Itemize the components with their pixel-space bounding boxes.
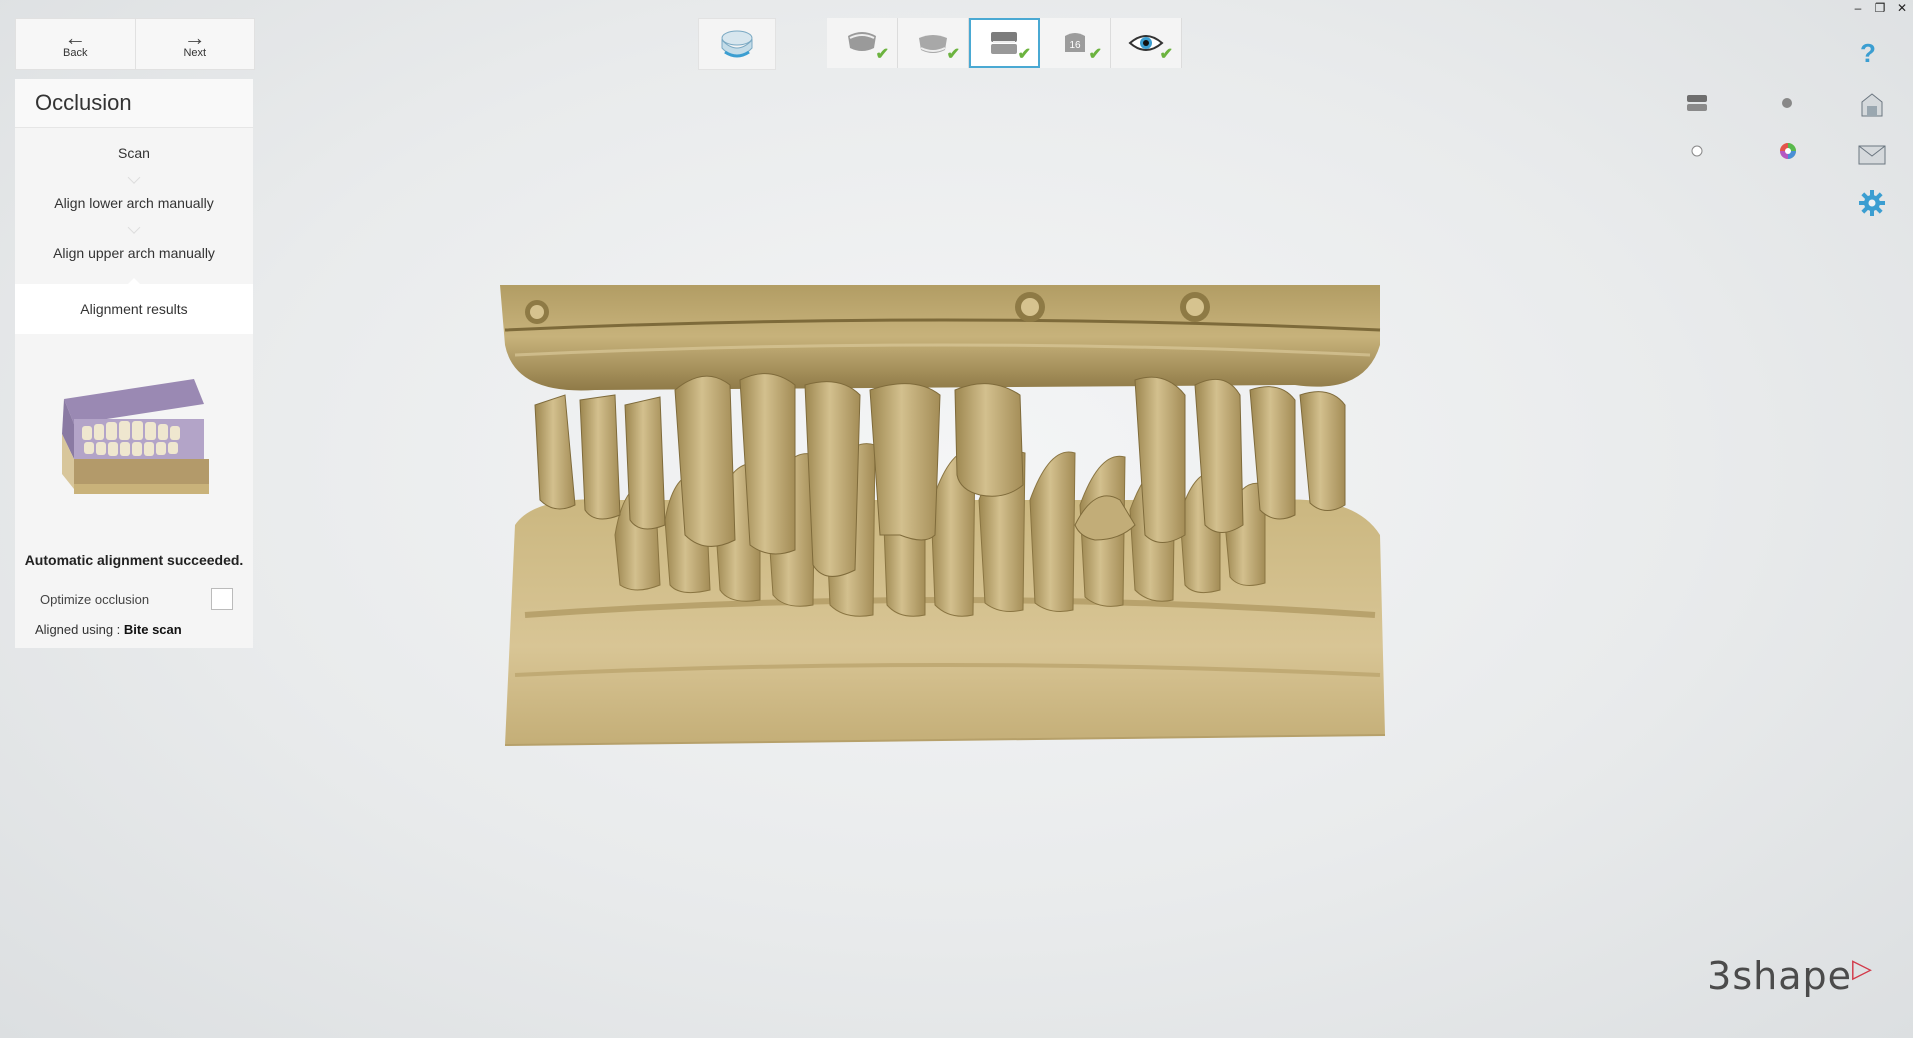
solid-shading-button[interactable] <box>1776 92 1798 114</box>
dental-model-3d-view[interactable] <box>495 283 1390 760</box>
settings-button[interactable] <box>1855 186 1889 220</box>
order-view-button[interactable] <box>1855 88 1889 122</box>
model-tool-button[interactable] <box>698 18 776 70</box>
upper-scan-icon <box>848 32 876 51</box>
window-controls: – ❐ ✕ <box>1847 0 1913 16</box>
color-texture-button[interactable] <box>1777 140 1799 162</box>
dot-filled-icon <box>1782 98 1792 108</box>
step-scan[interactable]: Scan <box>15 128 253 184</box>
occlusion-icon <box>991 32 1017 54</box>
step-align-upper[interactable]: Align upper arch manually <box>15 228 253 278</box>
optimize-occlusion-label: Optimize occlusion <box>40 591 150 607</box>
brand-logo: 3shape▷ <box>1707 954 1873 998</box>
check-icon: ✔ <box>946 46 960 63</box>
next-button[interactable]: → Next <box>134 19 255 69</box>
wizard-step-lower-scan[interactable]: ✔ <box>898 18 969 68</box>
back-button[interactable]: ← Back <box>16 19 135 69</box>
nav-buttons: ← Back → Next <box>15 18 255 70</box>
dot-outline-icon <box>1691 145 1703 157</box>
step-label: Scan <box>118 145 150 161</box>
aligned-using-value: Bite scan <box>123 622 182 637</box>
jaw-model-icon <box>1687 95 1707 111</box>
gear-icon <box>1859 190 1885 216</box>
model-visibility-button[interactable] <box>1682 90 1712 116</box>
back-label: Back <box>63 47 88 59</box>
brand-triangle-icon: ▷ <box>1852 954 1873 984</box>
wizard-step-die[interactable]: 16 ✔ <box>1040 18 1111 68</box>
check-icon: ✔ <box>1017 46 1031 63</box>
help-button[interactable]: ? <box>1853 38 1883 68</box>
eye-icon <box>1128 35 1164 51</box>
scanner-icon <box>1861 93 1883 117</box>
transparent-shading-button[interactable] <box>1686 140 1708 162</box>
arrow-right-icon: → <box>183 25 206 50</box>
panel-title: Occlusion <box>15 79 253 128</box>
check-icon: ✔ <box>875 46 889 63</box>
next-label: Next <box>183 47 207 59</box>
brand-name: 3shape <box>1707 954 1852 998</box>
step-align-lower[interactable]: Align lower arch manually <box>15 178 253 234</box>
wizard-step-upper-scan[interactable]: ✔ <box>827 18 898 68</box>
step-label: Align upper arch manually <box>53 245 215 261</box>
restore-button[interactable]: ❐ <box>1869 0 1891 16</box>
optimize-occlusion-row: Optimize occlusion <box>15 588 253 610</box>
occlusion-panel: Occlusion Scan Align lower arch manually… <box>15 79 253 648</box>
check-icon: ✔ <box>1088 46 1102 63</box>
minimize-button[interactable]: – <box>1847 0 1869 16</box>
mail-icon <box>1858 145 1886 165</box>
wizard-step-review[interactable]: ✔ <box>1111 18 1182 68</box>
step-alignment-results[interactable]: Alignment results <box>15 284 253 334</box>
jaw-model-icon <box>721 30 753 58</box>
close-button[interactable]: ✕ <box>1891 0 1913 16</box>
optimize-occlusion-checkbox[interactable] <box>211 588 233 610</box>
workflow-steps: ✔ ✔ ✔ 16 ✔ ✔ <box>827 18 1182 68</box>
alignment-status: Automatic alignment succeeded. <box>24 552 244 568</box>
help-icon: ? <box>1860 37 1876 68</box>
lower-scan-icon <box>919 35 947 53</box>
alignment-preview-image <box>15 334 253 544</box>
step-label: Alignment results <box>80 301 188 317</box>
wizard-step-occlusion[interactable]: ✔ <box>969 18 1040 68</box>
step-label: Align lower arch manually <box>54 195 214 211</box>
mail-button[interactable] <box>1855 138 1889 172</box>
svg-text:16: 16 <box>1069 40 1081 51</box>
arrow-left-icon: ← <box>64 25 87 50</box>
aligned-using: Aligned using : Bite scan <box>15 622 253 637</box>
aligned-using-label: Aligned using : <box>35 622 124 637</box>
check-icon: ✔ <box>1159 46 1173 63</box>
die-icon: 16 <box>1065 33 1085 52</box>
color-wheel-icon <box>1780 143 1796 159</box>
